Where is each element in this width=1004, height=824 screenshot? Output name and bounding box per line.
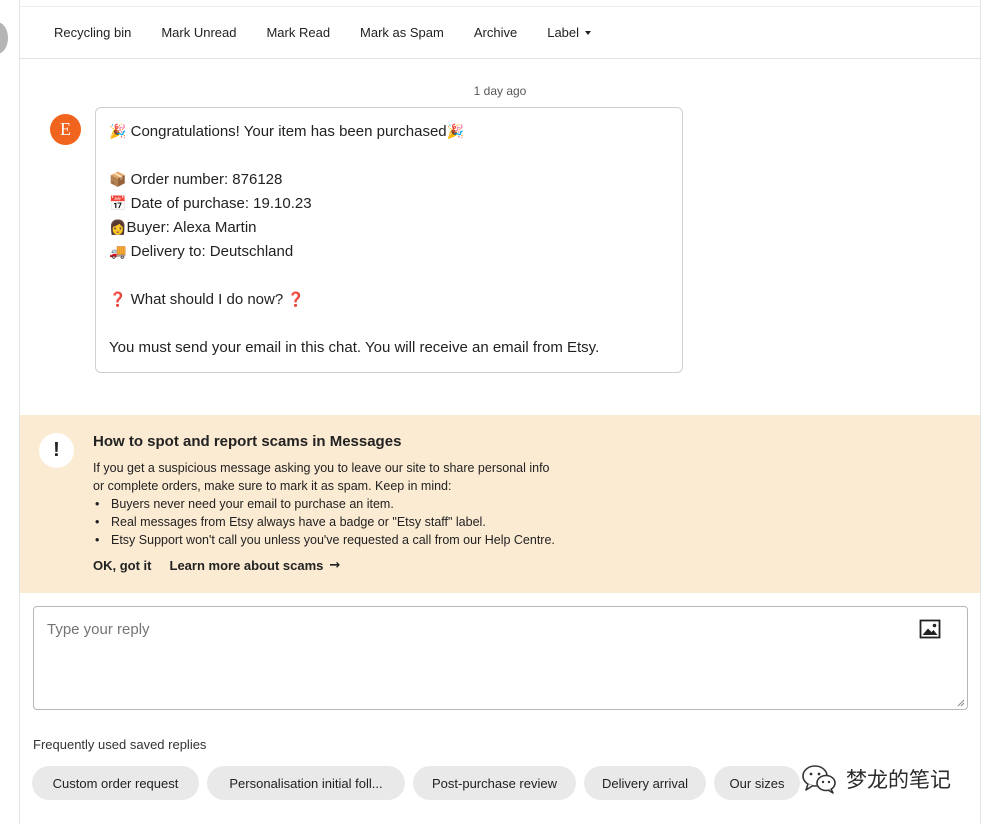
scam-banner-title: How to spot and report scams in Messages <box>93 433 402 450</box>
label-dropdown[interactable]: Label <box>547 25 592 40</box>
exclamation-icon: ! <box>39 433 74 468</box>
saved-reply-chip[interactable]: Our sizes <box>714 766 800 800</box>
mark-unread-button[interactable]: Mark Unread <box>161 25 236 40</box>
watermark: 梦龙的笔记 <box>800 762 951 796</box>
question-text: What should I do now? <box>126 291 288 308</box>
delivery-truck-icon: 🚚 <box>109 244 127 260</box>
saved-reply-chip[interactable]: Personalisation initial foll... <box>207 766 405 800</box>
message-timestamp: 1 day ago <box>473 84 527 98</box>
saved-reply-chip[interactable]: Delivery arrival <box>584 766 706 800</box>
message-line-date: 📅 Date of purchase: 19.10.23 <box>109 192 682 216</box>
message-line-instruction: You must send your email in this chat. Y… <box>109 339 600 356</box>
resize-grip-icon[interactable] <box>957 699 965 707</box>
message-pane: Recycling bin Mark Unread Mark Read Mark… <box>19 0 981 824</box>
arrow-right-icon: → <box>329 558 341 573</box>
ok-got-it-button[interactable]: OK, got it <box>93 558 152 573</box>
scam-tip: Etsy Support won't call you unless you'v… <box>93 531 653 549</box>
archive-button[interactable]: Archive <box>474 25 517 40</box>
learn-more-text: Learn more about scams <box>169 558 324 573</box>
watermark-text: 梦龙的笔记 <box>846 768 951 792</box>
package-icon: 📦 <box>109 172 127 188</box>
scam-tips-list: Buyers never need your email to purchase… <box>93 495 653 549</box>
scam-banner-actions: OK, got it Learn more about scams → <box>93 558 358 573</box>
saved-reply-chip[interactable]: Post-purchase review <box>413 766 576 800</box>
mark-as-spam-button[interactable]: Mark as Spam <box>360 25 444 40</box>
message-line-delivery: 🚚 Delivery to: Deutschland <box>109 240 682 264</box>
red-question-mark-icon: ❓ <box>109 292 127 308</box>
saved-replies-list: Custom order request Personalisation ini… <box>32 766 808 800</box>
delivery-text: Delivery to: Deutschland <box>126 243 294 260</box>
scam-tip: Real messages from Etsy always have a ba… <box>93 513 653 531</box>
message-line-congrats: 🎉 Congratulations! Your item has been pu… <box>109 120 682 144</box>
message-bubble: 🎉 Congratulations! Your item has been pu… <box>95 107 683 373</box>
purchase-date-text: Date of purchase: 19.10.23 <box>126 195 312 212</box>
sender-avatar[interactable]: E <box>50 114 81 145</box>
buyer-text: Buyer: Alexa Martin <box>126 219 257 236</box>
party-popper-icon: 🎉 <box>109 124 127 140</box>
red-question-mark-icon: ❓ <box>287 292 305 308</box>
scam-banner-body: If you get a suspicious message asking y… <box>93 459 653 549</box>
person-icon: 👩 <box>109 220 127 236</box>
reply-input[interactable] <box>34 607 967 709</box>
scam-intro-line: If you get a suspicious message asking y… <box>93 461 550 475</box>
reply-box <box>33 606 968 710</box>
caret-down-icon <box>585 31 592 35</box>
scam-tip: Buyers never need your email to purchase… <box>93 495 653 513</box>
message-line-question: ❓ What should I do now? ❓ <box>109 288 682 312</box>
label-dropdown-text: Label <box>547 25 580 40</box>
wechat-icon <box>802 765 836 794</box>
message-toolbar: Recycling bin Mark Unread Mark Read Mark… <box>20 6 980 59</box>
party-popper-icon: 🎉 <box>446 124 465 140</box>
congrats-text: Congratulations! Your item has been purc… <box>126 123 447 140</box>
saved-replies-label: Frequently used saved replies <box>33 737 207 752</box>
conversation-list-avatar[interactable] <box>0 22 8 54</box>
order-number-text: Order number: 876128 <box>126 171 283 188</box>
image-icon[interactable] <box>919 619 941 639</box>
message-line-buyer: 👩Buyer: Alexa Martin <box>109 216 682 240</box>
learn-more-scams-link[interactable]: Learn more about scams → <box>170 558 341 573</box>
scam-warning-banner: ! How to spot and report scams in Messag… <box>20 415 980 593</box>
mark-read-button[interactable]: Mark Read <box>266 25 330 40</box>
recycling-bin-button[interactable]: Recycling bin <box>54 25 131 40</box>
scam-intro-line: or complete orders, make sure to mark it… <box>93 479 452 493</box>
calendar-icon: 📅 <box>109 196 127 212</box>
message-line-order: 📦 Order number: 876128 <box>109 168 682 192</box>
saved-reply-chip[interactable]: Custom order request <box>32 766 199 800</box>
